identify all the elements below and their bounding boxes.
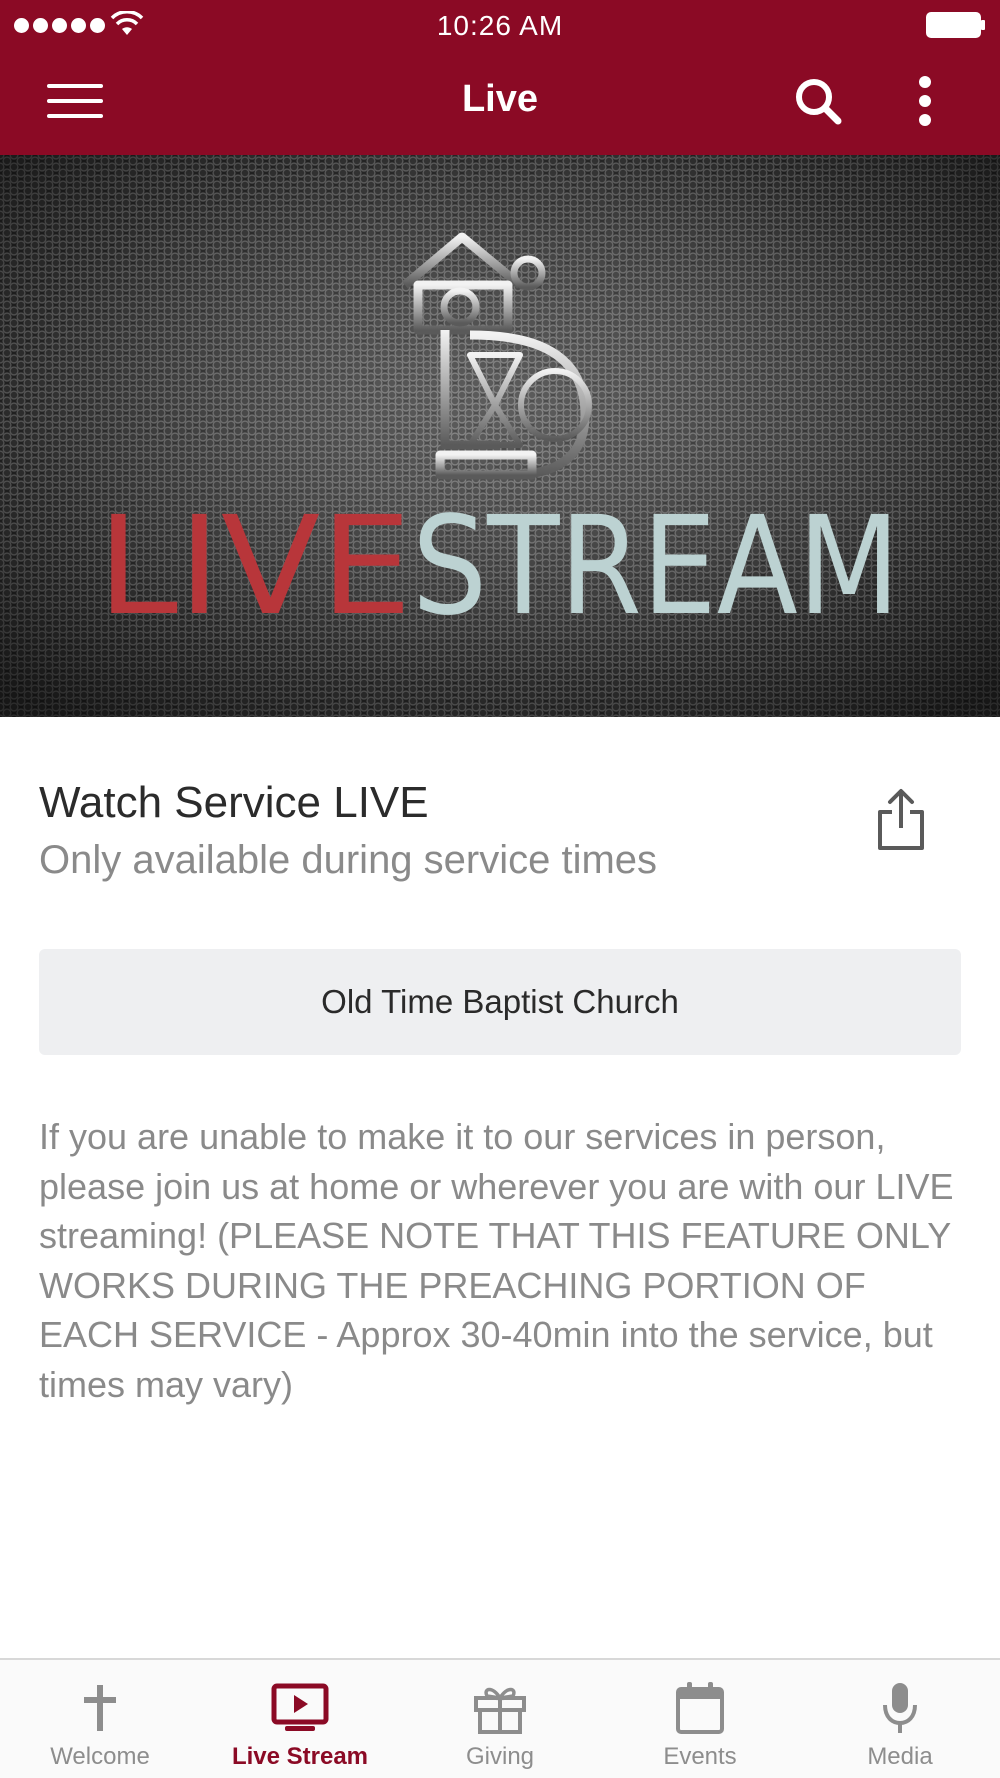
calendar-icon (676, 1682, 724, 1734)
share-button[interactable] (866, 784, 936, 856)
tab-label: Welcome (50, 1743, 150, 1770)
livestream-banner: LIVE STREAM (0, 155, 1000, 717)
microphone-icon (883, 1683, 917, 1733)
more-vertical-icon (919, 76, 931, 126)
search-icon (796, 79, 842, 125)
nav-bar: Live (0, 50, 1000, 155)
tab-label: Giving (465, 1743, 535, 1770)
tab-live-stream[interactable]: Live Stream (200, 1660, 400, 1778)
church-stream-button[interactable]: Old Time Baptist Church (39, 949, 961, 1055)
more-options-button[interactable] (900, 70, 950, 132)
gift-icon (474, 1687, 526, 1734)
tab-label: Media (867, 1743, 933, 1770)
banner-stream-text: STREAM (412, 488, 900, 646)
status-bar: 10:26 AM (0, 0, 1000, 50)
menu-button[interactable] (40, 70, 110, 132)
tab-media[interactable]: Media (800, 1660, 1000, 1778)
top-bar: 10:26 AM Live (0, 0, 1000, 155)
search-button[interactable] (785, 70, 851, 132)
tab-label: Events (663, 1743, 737, 1770)
section-heading: Watch Service LIVE (39, 778, 429, 827)
cross-icon (84, 1685, 116, 1731)
tab-bar: Welcome Live Stream Giving Events Media (0, 1658, 1000, 1778)
battery-icon (926, 12, 985, 38)
tab-events[interactable]: Events (600, 1660, 800, 1778)
tv-play-icon (271, 1683, 329, 1731)
tab-welcome[interactable]: Welcome (0, 1660, 200, 1778)
description-text: If you are unable to make it to our serv… (39, 1116, 954, 1405)
status-time: 10:26 AM (436, 10, 564, 41)
share-icon (878, 789, 924, 850)
banner-live-text: LIVE (97, 488, 412, 646)
tab-label: Live Stream (231, 1743, 369, 1770)
tab-giving[interactable]: Giving (400, 1660, 600, 1778)
hamburger-icon (47, 84, 103, 118)
section-subheading: Only available during service times (39, 838, 658, 882)
